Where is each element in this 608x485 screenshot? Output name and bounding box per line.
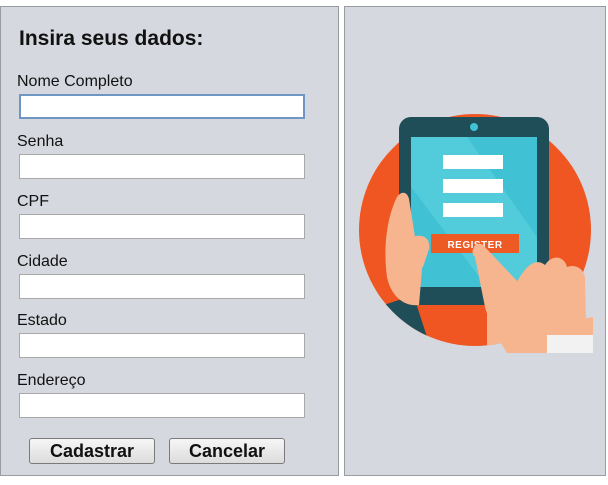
full-name-label: Nome Completo <box>17 73 133 90</box>
city-label: Cidade <box>17 253 68 270</box>
address-label: Endereço <box>17 372 86 389</box>
cpf-input[interactable] <box>19 214 305 239</box>
cpf-label: CPF <box>17 193 49 210</box>
city-input[interactable] <box>19 274 305 299</box>
state-input[interactable] <box>19 333 305 358</box>
full-name-input[interactable] <box>19 94 305 119</box>
full-name-field: Nome Completo <box>17 73 305 119</box>
city-field: Cidade <box>17 253 305 299</box>
password-field: Senha <box>17 133 305 179</box>
right-sleeve-shirt <box>547 335 593 353</box>
screen-input-line-3 <box>443 203 503 217</box>
form-title: Insira seus dados: <box>19 27 204 50</box>
register-button[interactable]: Cadastrar <box>29 438 155 464</box>
screen-input-line-2 <box>443 179 503 193</box>
cancel-button[interactable]: Cancelar <box>169 438 285 464</box>
password-input[interactable] <box>19 154 305 179</box>
cpf-field: CPF <box>17 193 305 239</box>
state-field: Estado <box>17 312 305 358</box>
password-label: Senha <box>17 133 64 150</box>
address-input[interactable] <box>19 393 305 418</box>
tablet-camera <box>470 123 478 131</box>
registration-page: Insira seus dados: Nome Completo Senha C… <box>0 0 608 485</box>
state-label: Estado <box>17 312 67 329</box>
registration-form-panel: Insira seus dados: Nome Completo Senha C… <box>0 6 339 476</box>
tablet-registration-illustration: REGISTER <box>359 114 593 353</box>
screen-input-line-1 <box>443 155 503 169</box>
illustration-panel: REGISTER <box>344 6 606 476</box>
address-field: Endereço <box>17 372 305 418</box>
